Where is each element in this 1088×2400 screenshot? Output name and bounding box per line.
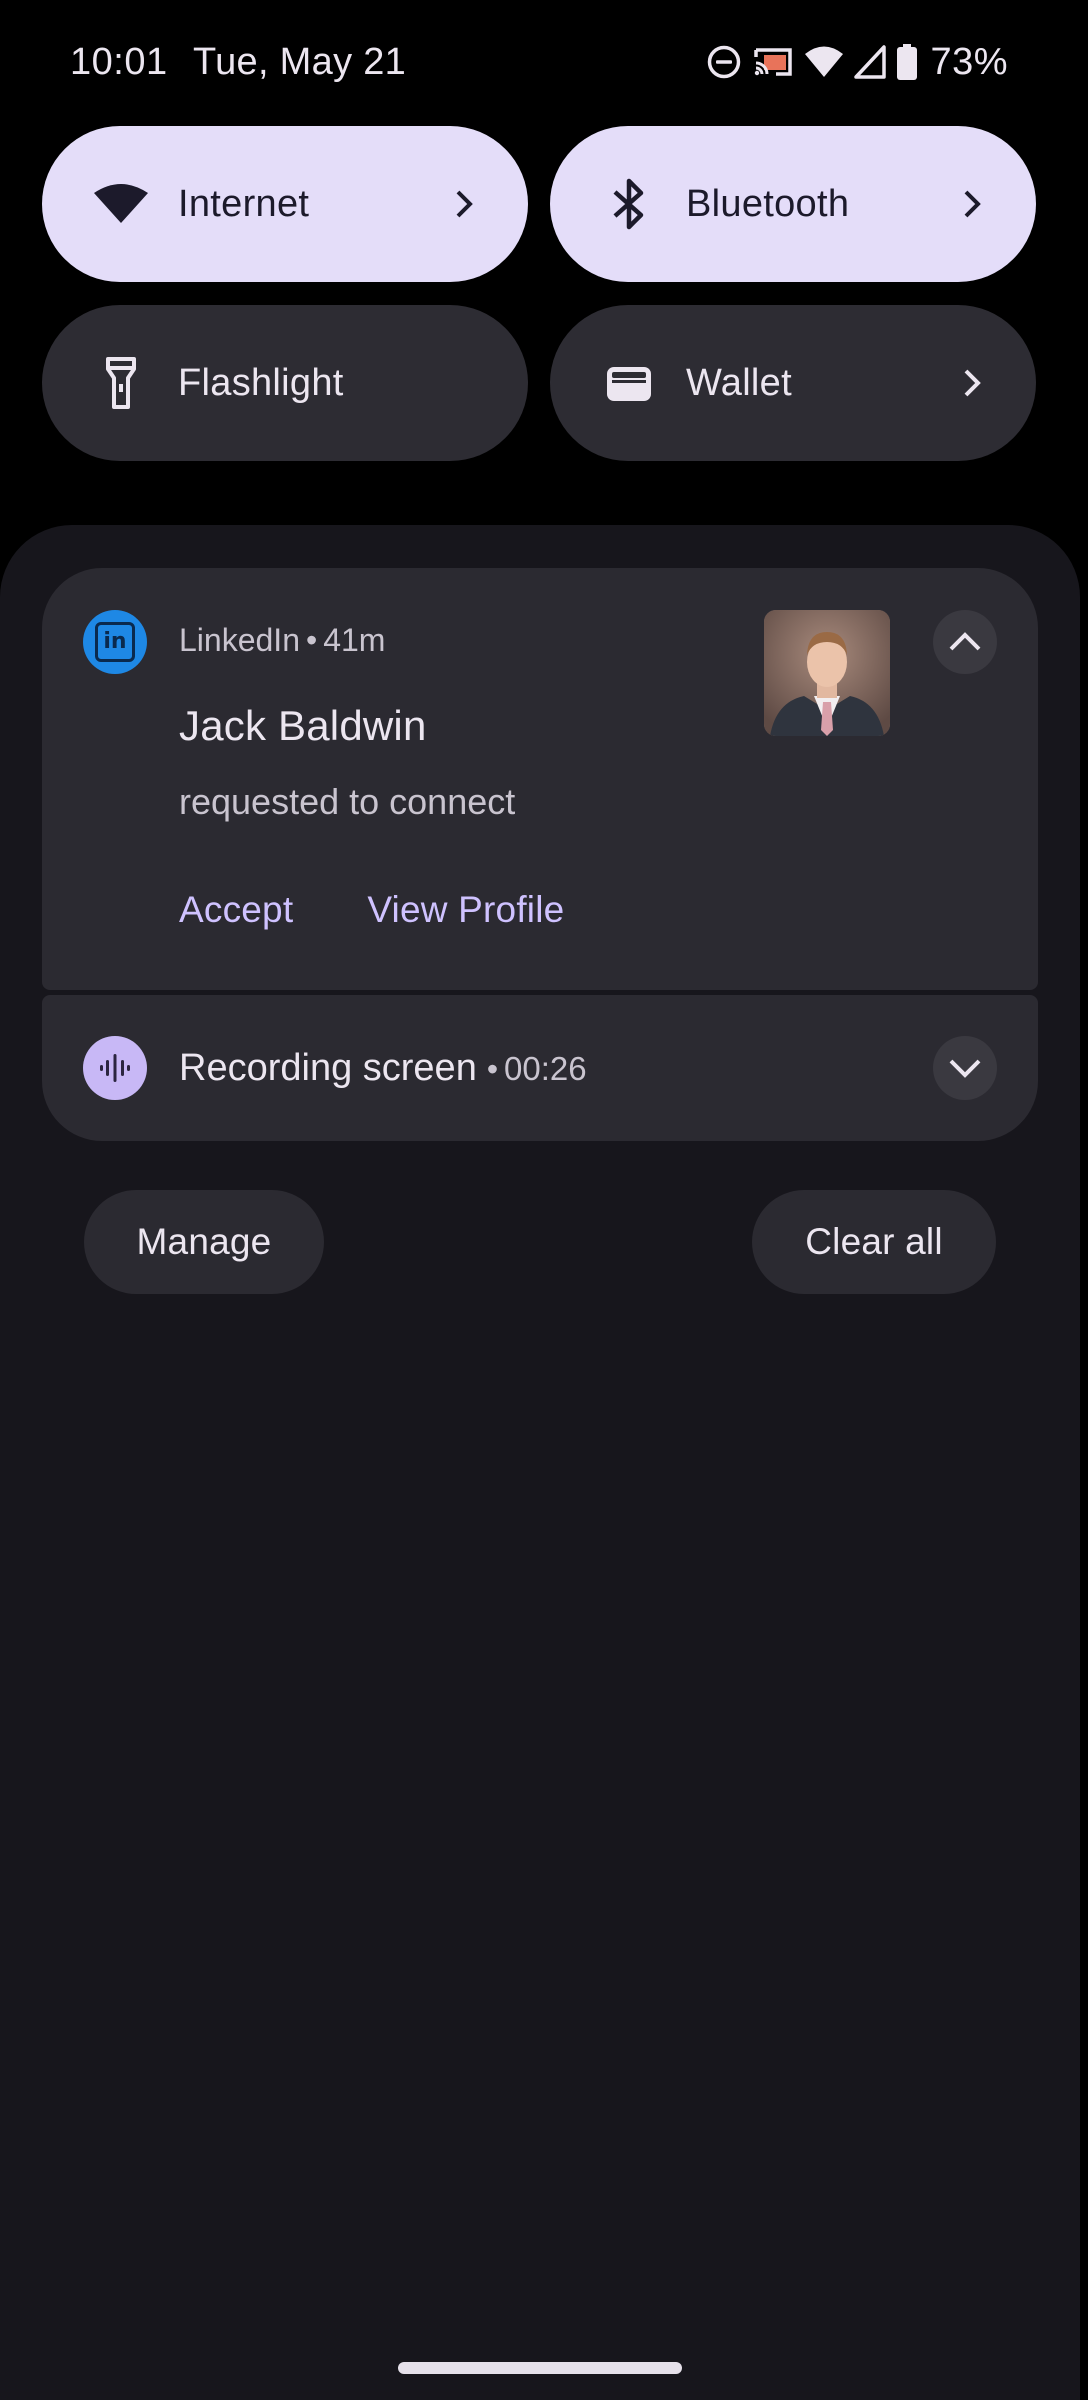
- recording-title-row: Recording screen • 00:26: [179, 1042, 587, 1095]
- manage-button[interactable]: Manage: [84, 1190, 324, 1294]
- clear-all-button[interactable]: Clear all: [752, 1190, 996, 1294]
- expand-notification-button[interactable]: [933, 1036, 997, 1100]
- status-time: 10:01: [70, 41, 168, 83]
- notification-actions: Accept View Profile: [179, 884, 564, 936]
- sender-avatar: [764, 610, 890, 736]
- chevron-right-icon: [952, 363, 992, 403]
- header-separator: •: [305, 622, 318, 658]
- notification-body: requested to connect: [179, 781, 516, 822]
- chevron-right-icon: [952, 184, 992, 224]
- tile-bluetooth-label: Bluetooth: [686, 182, 850, 225]
- do-not-disturb-icon: [706, 44, 742, 80]
- chevron-down-icon: [949, 1059, 981, 1078]
- tile-internet-label: Internet: [178, 182, 310, 225]
- chevron-right-icon: [444, 184, 484, 224]
- cell-signal-icon: [854, 45, 887, 79]
- notification-app-name: LinkedIn: [179, 622, 300, 658]
- linkedin-notification[interactable]: in LinkedIn • 41m Jack Baldwin requested t…: [42, 568, 1038, 990]
- recording-elapsed: 00:26: [504, 1050, 587, 1087]
- sound-wave-icon: [83, 1036, 147, 1100]
- recording-title: Recording screen: [179, 1047, 477, 1089]
- flashlight-icon: [90, 352, 152, 414]
- status-icons: 73%: [706, 38, 1008, 86]
- wifi-icon: [804, 45, 844, 79]
- chevron-up-icon: [949, 632, 981, 651]
- wallet-icon: [598, 352, 660, 414]
- notification-header: LinkedIn • 41m: [179, 618, 385, 662]
- notification-shade-screen: 10:01 Tue, May 21 73% Internet Bluetooth…: [0, 0, 1088, 2400]
- wifi-icon: [90, 173, 152, 235]
- tile-flashlight[interactable]: Flashlight: [42, 305, 528, 461]
- cast-icon: [752, 44, 794, 80]
- view-profile-button[interactable]: View Profile: [367, 884, 564, 936]
- status-date: Tue, May 21: [193, 41, 407, 83]
- tile-wallet-label: Wallet: [686, 361, 792, 404]
- home-indicator[interactable]: [398, 2362, 682, 2374]
- tile-wallet[interactable]: Wallet: [550, 305, 1036, 461]
- tile-flashlight-label: Flashlight: [178, 361, 344, 404]
- battery-icon: [896, 43, 918, 81]
- recording-notification[interactable]: Recording screen • 00:26: [42, 995, 1038, 1141]
- battery-percent: 73%: [930, 41, 1008, 83]
- notification-age: 41m: [323, 622, 386, 658]
- tile-internet[interactable]: Internet: [42, 126, 528, 282]
- tile-bluetooth[interactable]: Bluetooth: [550, 126, 1036, 282]
- recording-separator: •: [486, 1051, 499, 1087]
- status-bar: 10:01 Tue, May 21 73%: [0, 0, 1088, 126]
- accept-button[interactable]: Accept: [179, 884, 293, 936]
- linkedin-icon: in: [83, 610, 147, 674]
- bluetooth-icon: [598, 173, 660, 235]
- collapse-notification-button[interactable]: [933, 610, 997, 674]
- notification-title: Jack Baldwin: [179, 702, 427, 749]
